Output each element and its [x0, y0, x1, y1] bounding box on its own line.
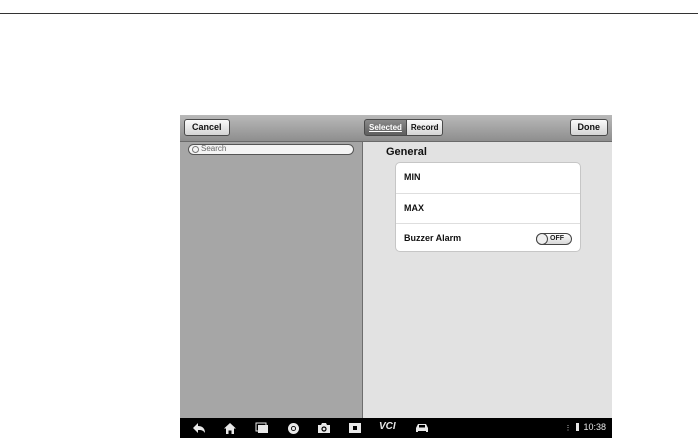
- right-panel: General MIN MAX Buzzer Alarm OFF: [363, 142, 612, 418]
- car-icon[interactable]: [415, 421, 429, 435]
- back-icon[interactable]: [192, 421, 206, 435]
- toggle-knob: [536, 233, 548, 245]
- status-time: 10:38: [583, 422, 606, 432]
- section-title: General: [386, 146, 427, 158]
- row-buzzer-alarm-label: Buzzer Alarm: [404, 233, 462, 243]
- search-input[interactable]: Search: [188, 144, 354, 155]
- device-screen: Cancel Selected Record Done Search Gener…: [180, 115, 612, 438]
- home-icon[interactable]: [223, 421, 237, 435]
- settings-group: MIN MAX Buzzer Alarm OFF: [395, 162, 581, 252]
- toggle-state: OFF: [550, 235, 564, 242]
- tab-selected[interactable]: Selected: [364, 119, 407, 136]
- cancel-button[interactable]: Cancel: [184, 119, 230, 136]
- vci-icon[interactable]: VCI: [379, 421, 396, 432]
- row-min-label: MIN: [404, 172, 421, 182]
- search-icon: [192, 146, 199, 153]
- buzzer-alarm-toggle[interactable]: OFF: [536, 233, 572, 245]
- browser-icon[interactable]: [286, 421, 300, 435]
- signal-icon: ⋮: [564, 425, 572, 432]
- segmented-control: Selected Record: [364, 119, 444, 136]
- battery-icon: [575, 423, 579, 431]
- status-clock: ⋮ 10:38: [564, 422, 606, 432]
- camera-icon[interactable]: [317, 421, 331, 435]
- left-panel: Search: [180, 142, 363, 418]
- row-max[interactable]: MAX: [396, 193, 580, 223]
- row-buzzer-alarm: Buzzer Alarm OFF: [396, 223, 580, 253]
- row-min[interactable]: MIN: [396, 163, 580, 193]
- done-button[interactable]: Done: [569, 119, 608, 136]
- top-rule: [0, 13, 698, 14]
- recent-apps-icon[interactable]: [255, 421, 269, 435]
- row-max-label: MAX: [404, 203, 424, 213]
- screen-capture-icon[interactable]: [348, 421, 362, 435]
- search-placeholder: Search: [201, 144, 227, 153]
- toolbar: Cancel Selected Record Done: [180, 115, 612, 142]
- android-navbar: VCI ⋮ 10:38: [180, 418, 612, 438]
- tab-record[interactable]: Record: [406, 119, 444, 136]
